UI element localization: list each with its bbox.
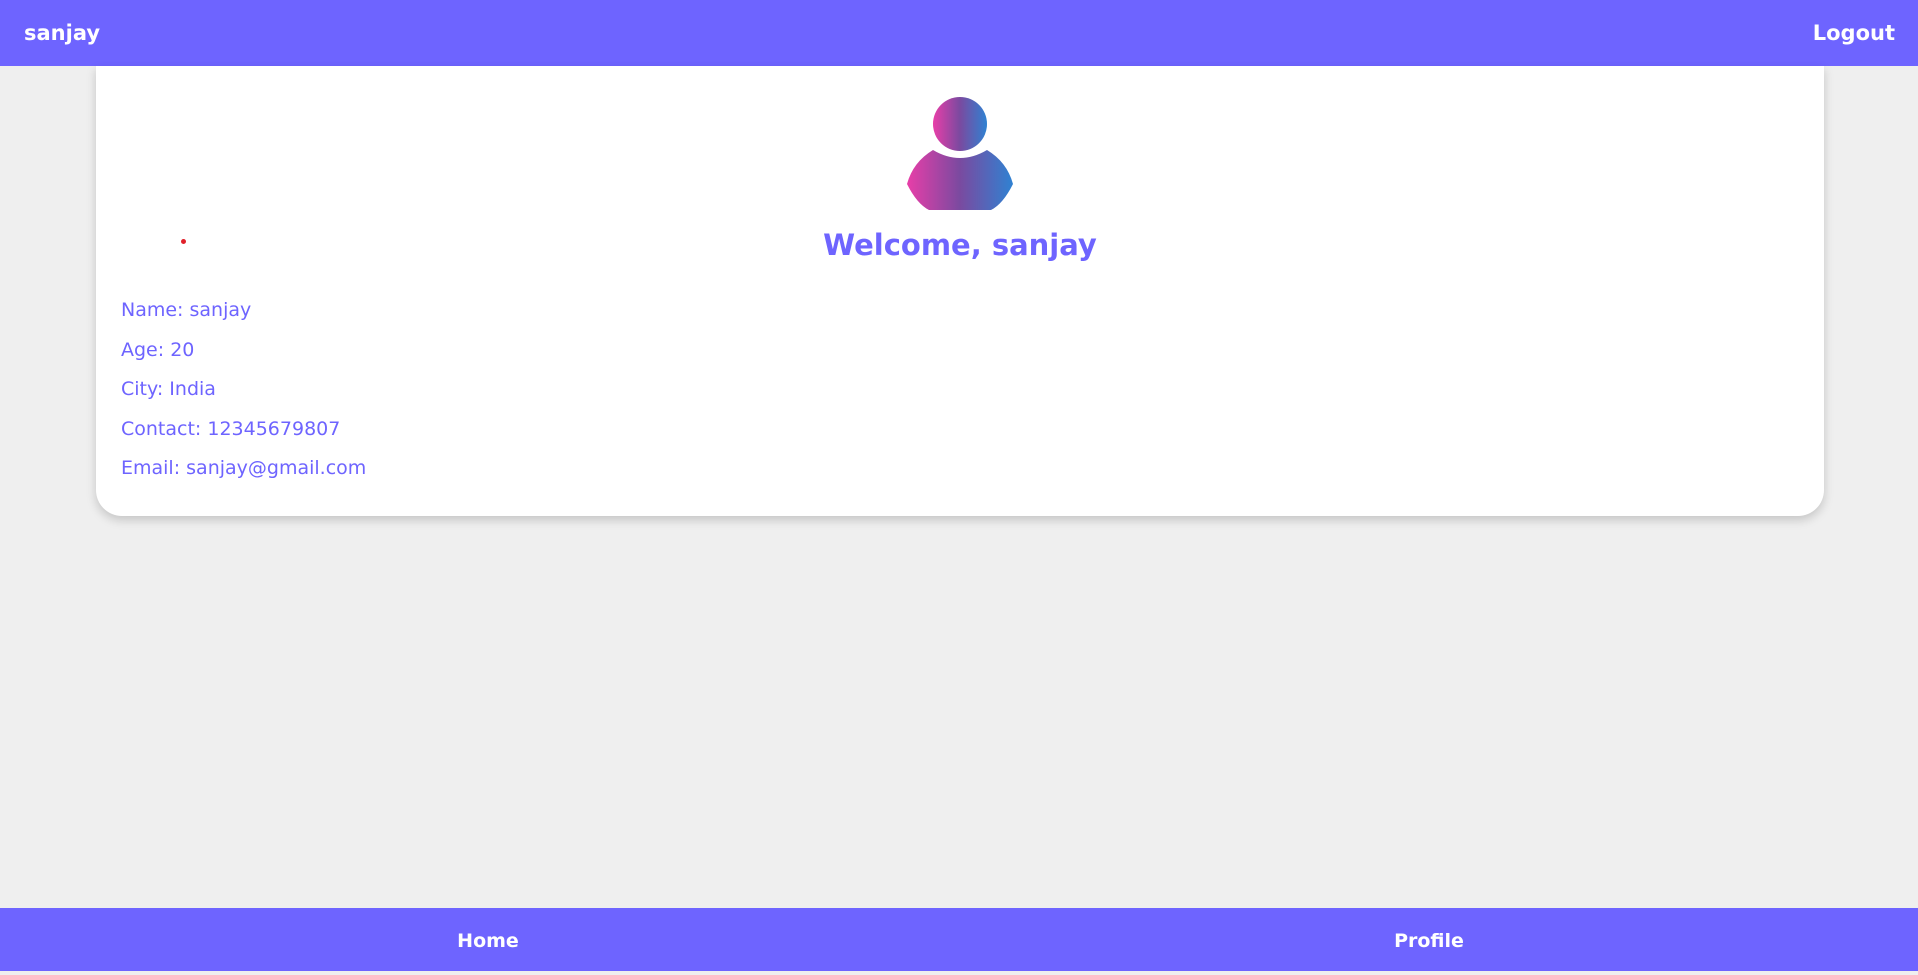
nav-home-link[interactable]: Home <box>457 908 519 971</box>
profile-card: Welcome, sanjay Name: sanjay Age: 20 Cit… <box>96 66 1824 516</box>
welcome-heading: Welcome, sanjay <box>823 228 1097 262</box>
bottom-navbar: Home Profile <box>0 908 1918 971</box>
info-name: Name: sanjay <box>121 299 252 321</box>
user-avatar-icon <box>907 97 1013 210</box>
profile-info-list: Name: sanjay Age: 20 City: India Contact… <box>121 292 366 490</box>
info-city: City: India <box>121 378 216 400</box>
info-age: Age: 20 <box>121 338 195 361</box>
brand-username: sanjay <box>24 21 101 45</box>
info-email: Email: sanjay@gmail.com <box>121 457 367 479</box>
nav-profile-link[interactable]: Profile <box>1394 908 1464 971</box>
top-navbar: sanjay Logout <box>0 0 1918 66</box>
avatar-container <box>96 96 1824 210</box>
info-contact: Contact: 12345679807 <box>121 417 341 440</box>
logout-button[interactable]: Logout <box>1813 21 1895 45</box>
